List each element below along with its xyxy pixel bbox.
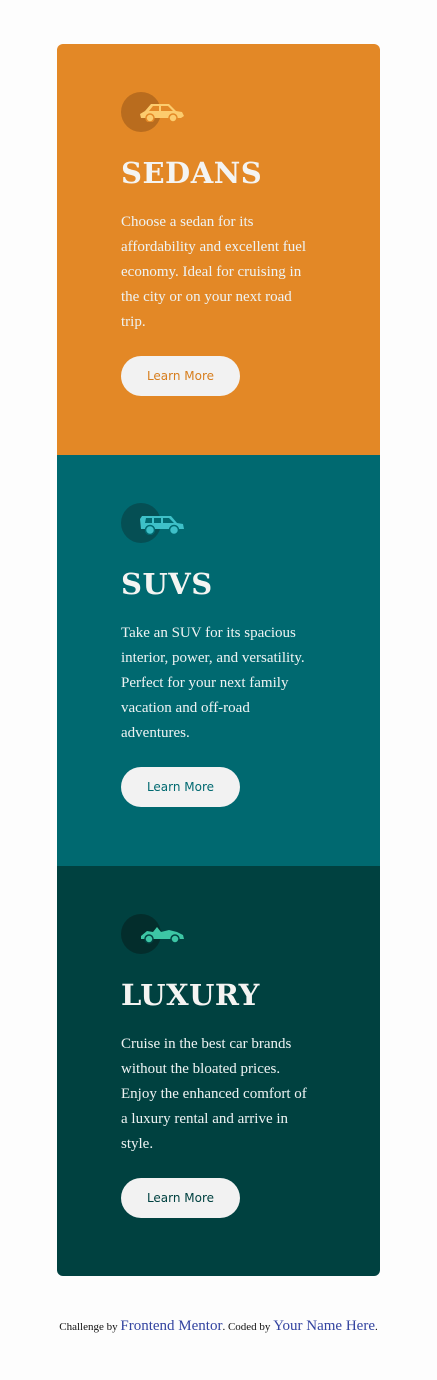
car-cards-container: SEDANS Choose a sedan for its affordabil… bbox=[57, 44, 380, 1276]
attribution-footer: Challenge by Frontend Mentor. Coded by Y… bbox=[0, 1318, 437, 1335]
card-title: LUXURY bbox=[121, 978, 260, 1012]
author-link[interactable]: Your Name Here bbox=[273, 1318, 375, 1334]
card-description: Choose a sedan for its affordability and… bbox=[121, 214, 307, 330]
card-sedans: SEDANS Choose a sedan for its affordabil… bbox=[57, 44, 380, 455]
card-description: Cruise in the best car brands without th… bbox=[121, 1036, 307, 1152]
learn-more-button[interactable]: Learn More bbox=[121, 356, 240, 396]
suv-car-icon bbox=[121, 503, 185, 543]
challenge-prefix: Challenge by bbox=[59, 1321, 118, 1333]
card-title: SEDANS bbox=[121, 156, 263, 190]
sedan-car-icon bbox=[121, 92, 185, 132]
learn-more-button[interactable]: Learn More bbox=[121, 1178, 240, 1218]
learn-more-button[interactable]: Learn More bbox=[121, 767, 240, 807]
frontend-mentor-link[interactable]: Frontend Mentor bbox=[120, 1318, 222, 1334]
luxury-car-icon bbox=[121, 914, 185, 954]
footer-suffix: . bbox=[374, 1321, 378, 1333]
card-luxury: LUXURY Cruise in the best car brands wit… bbox=[57, 866, 380, 1276]
card-title: SUVS bbox=[121, 567, 213, 601]
coded-prefix: . Coded by bbox=[222, 1321, 271, 1333]
card-description: Take an SUV for its spacious interior, p… bbox=[121, 625, 305, 741]
card-suvs: SUVS Take an SUV for its spacious interi… bbox=[57, 455, 380, 866]
